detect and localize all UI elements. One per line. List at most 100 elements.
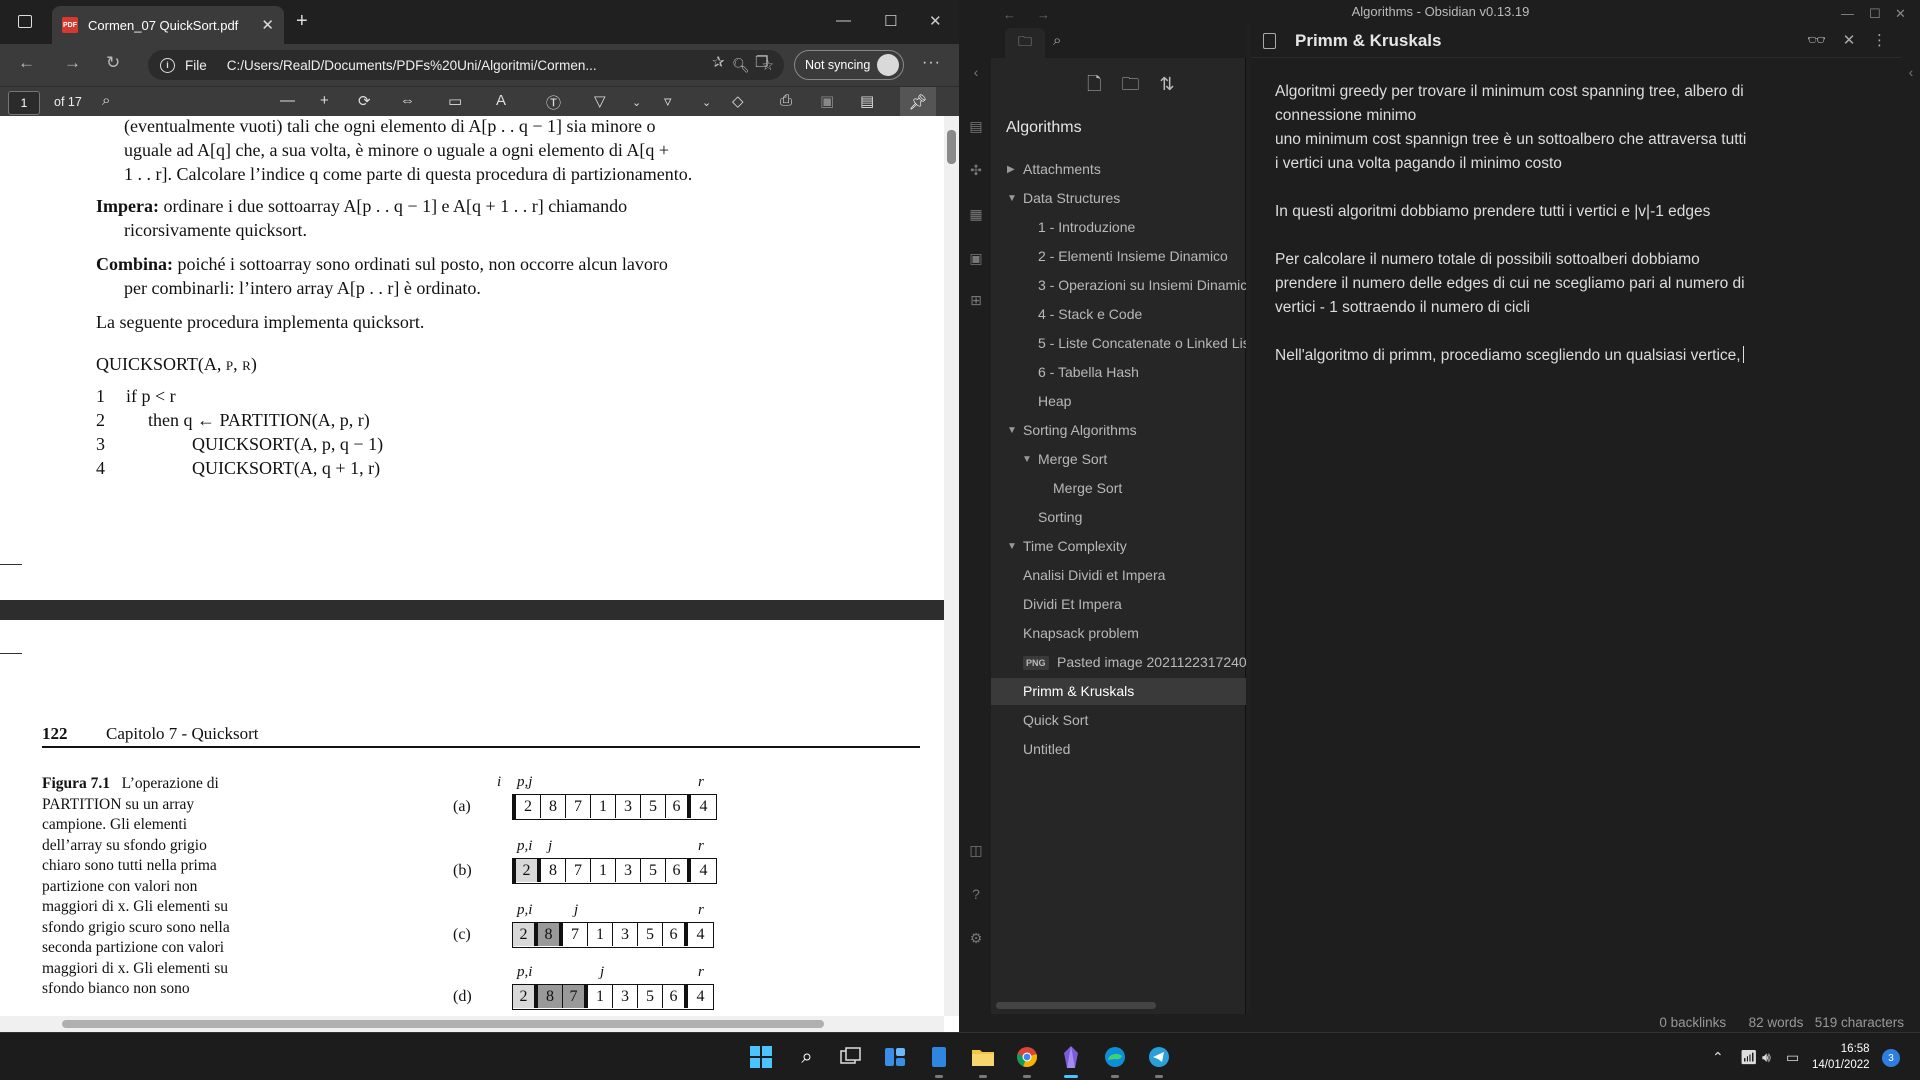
vault-name[interactable]: Algorithms: [1006, 119, 1082, 137]
zoom-out-icon[interactable]: —: [280, 92, 295, 109]
file-tree-item[interactable]: Primm & Kruskals: [991, 678, 1246, 705]
zoom-in-icon[interactable]: +: [320, 92, 329, 109]
note-content[interactable]: Algoritmi greedy per trovare il minimum …: [1275, 80, 1835, 392]
file-tree-item[interactable]: 1 - Introduzione: [991, 214, 1246, 241]
templates-icon[interactable]: ▦: [968, 206, 984, 222]
sync-button[interactable]: Not syncing: [794, 50, 904, 80]
search-icon[interactable]: ⌕: [102, 92, 110, 109]
file-explorer-tab[interactable]: 🗀︎: [1005, 28, 1045, 58]
horizontal-scrollbar[interactable]: [0, 1016, 944, 1032]
save-as-icon[interactable]: ▤: [860, 92, 874, 110]
telegram-icon[interactable]: [1144, 1042, 1174, 1078]
task-view-icon[interactable]: [836, 1042, 866, 1072]
wifi-icon[interactable]: 📶︎: [1740, 1049, 1758, 1066]
scroll-thumb[interactable]: [62, 1020, 824, 1028]
file-tree-item[interactable]: Analisi Dividi et Impera: [991, 562, 1246, 589]
show-hidden-icons[interactable]: ⌃: [1712, 1049, 1724, 1066]
collapse-sidebar-icon[interactable]: ‹: [968, 64, 984, 80]
favorites-icon[interactable]: ✰: [712, 53, 725, 71]
search-icon[interactable]: ⌕: [1053, 32, 1061, 49]
new-tab-icon[interactable]: +: [296, 11, 308, 31]
daily-note-icon[interactable]: ▣: [968, 250, 984, 266]
file-tree-item[interactable]: Heap: [991, 388, 1246, 415]
close-pane-icon[interactable]: ✕: [1843, 32, 1856, 49]
rotate-icon[interactable]: ⟳: [358, 92, 371, 110]
sort-icon[interactable]: ⇅: [1160, 74, 1175, 94]
start-button[interactable]: [746, 1042, 776, 1072]
new-folder-icon[interactable]: 🗀︎: [1122, 74, 1140, 94]
vault-switcher-icon[interactable]: ◫: [968, 842, 984, 858]
file-tree-item[interactable]: ▼ Time Complexity: [991, 533, 1246, 560]
scroll-thumb[interactable]: [947, 130, 956, 164]
draw-icon[interactable]: ▽: [594, 92, 606, 110]
minimize-icon[interactable]: —: [836, 12, 851, 29]
highlight-icon[interactable]: ▿: [664, 92, 672, 110]
chevron-down-icon[interactable]: ▼: [1007, 417, 1017, 444]
more-options-icon[interactable]: ⋮: [1872, 32, 1887, 49]
forward-icon[interactable]: →: [64, 53, 81, 73]
close-window-icon[interactable]: ✕: [929, 12, 942, 30]
settings-icon[interactable]: ⚙: [968, 930, 984, 946]
chevron-right-icon[interactable]: ▶: [1007, 156, 1015, 183]
file-tree-item[interactable]: ▶ Attachments: [991, 156, 1246, 183]
file-explorer-taskbar-icon[interactable]: [968, 1042, 998, 1078]
chevron-down-icon[interactable]: ▼: [1007, 533, 1017, 560]
clock[interactable]: 16:58 14/01/2022: [1812, 1041, 1870, 1073]
text-box-icon[interactable]: Ⓣ: [546, 92, 561, 113]
file-tree-item[interactable]: Untitled: [991, 736, 1246, 763]
highlight-dropdown-icon[interactable]: ⌄: [702, 96, 711, 109]
tab-actions-icon[interactable]: [18, 15, 32, 28]
new-note-icon[interactable]: 🗋︎: [1087, 74, 1101, 94]
expand-right-sidebar-icon[interactable]: ‹: [1903, 64, 1919, 80]
more-options-icon[interactable]: ···: [922, 54, 941, 72]
file-tree-item[interactable]: 6 - Tabella Hash: [991, 359, 1246, 386]
notes-app-icon[interactable]: [924, 1042, 954, 1078]
file-tree-item[interactable]: ▼ Data Structures: [991, 185, 1246, 212]
edge-icon[interactable]: [1100, 1042, 1130, 1078]
graph-view-icon[interactable]: ✣: [968, 162, 984, 178]
pin-toolbar-icon[interactable]: 📌︎: [900, 87, 936, 117]
draw-dropdown-icon[interactable]: ⌄: [632, 96, 641, 109]
maximize-icon[interactable]: ☐: [884, 12, 897, 30]
note-title[interactable]: Primm & Kruskals: [1295, 31, 1441, 51]
notification-badge[interactable]: 3: [1882, 1049, 1900, 1067]
page-number-input[interactable]: 1: [8, 91, 40, 115]
file-tree-item[interactable]: 4 - Stack e Code: [991, 301, 1246, 328]
collections-icon[interactable]: ❐: [755, 53, 768, 71]
page-view-icon[interactable]: ▭: [448, 92, 462, 110]
file-tree-item[interactable]: ▼ Merge Sort: [991, 446, 1246, 473]
volume-icon[interactable]: 🔊︎: [1762, 1049, 1771, 1066]
close-window-icon[interactable]: ✕: [1895, 2, 1906, 26]
quick-switcher-icon[interactable]: ▤: [968, 118, 984, 134]
info-icon[interactable]: i: [160, 57, 175, 73]
file-tree-item[interactable]: Dividi Et Impera: [991, 591, 1246, 618]
print-icon[interactable]: ⎙: [780, 92, 792, 109]
refresh-icon[interactable]: ↻: [106, 53, 120, 73]
file-tree-item[interactable]: 3 - Operazioni su Insiemi Dinamici: [991, 272, 1246, 299]
read-aloud-icon[interactable]: A: [496, 92, 506, 109]
tab-close-icon[interactable]: ✕: [261, 16, 274, 34]
save-icon[interactable]: ▣: [820, 92, 834, 110]
file-tree-item[interactable]: 5 - Liste Concatenate o Linked List - D: [991, 330, 1246, 357]
help-icon[interactable]: ?: [968, 886, 984, 902]
canvas-icon[interactable]: ⊞: [968, 292, 984, 308]
maximize-icon[interactable]: ☐: [1869, 2, 1881, 26]
widgets-icon[interactable]: [880, 1042, 910, 1072]
erase-icon[interactable]: ◇: [732, 92, 744, 110]
chrome-icon[interactable]: [1012, 1042, 1042, 1078]
sidebar-scrollbar[interactable]: [996, 1002, 1156, 1009]
battery-icon[interactable]: ▭: [1786, 1049, 1799, 1066]
fit-width-icon[interactable]: ⇔: [400, 92, 415, 109]
backlinks-count[interactable]: 0 backlinks: [1659, 1015, 1726, 1030]
obsidian-taskbar-icon[interactable]: [1056, 1042, 1086, 1078]
back-icon[interactable]: ←: [18, 53, 35, 73]
browser-tab-active[interactable]: PDF Cormen_07 QuickSort.pdf ✕: [52, 6, 284, 44]
file-tree-item[interactable]: 2 - Elementi Insieme Dinamico: [991, 243, 1246, 270]
file-tree-item[interactable]: Sorting: [991, 504, 1246, 531]
file-tree-item[interactable]: PNG Pasted image 20211223172408: [991, 649, 1246, 676]
file-tree-item[interactable]: Knapsack problem: [991, 620, 1246, 647]
vertical-scrollbar[interactable]: [944, 116, 959, 1016]
file-tree-item[interactable]: Quick Sort: [991, 707, 1246, 734]
file-tree-item[interactable]: Merge Sort: [991, 475, 1246, 502]
search-taskbar-icon[interactable]: ⌕: [792, 1042, 822, 1072]
